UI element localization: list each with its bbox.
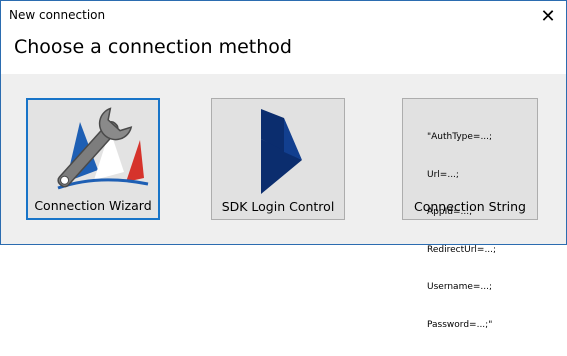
title-bar: New connection ✕: [1, 1, 566, 31]
option-label: SDK Login Control: [221, 199, 335, 214]
option-label: Connection String: [413, 199, 526, 214]
option-label: Connection Wizard: [34, 198, 152, 213]
connection-string-text: "AuthType=...; Url=...; AppId=...; Redir…: [427, 106, 496, 356]
new-connection-dialog: New connection ✕ Choose a connection met…: [0, 0, 567, 330]
page-title: Choose a connection method: [14, 36, 292, 58]
sdk-login-control-button[interactable]: SDK Login Control: [211, 98, 345, 220]
connection-string-button[interactable]: "AuthType=...; Url=...; AppId=...; Redir…: [402, 98, 538, 330]
close-button[interactable]: ✕: [530, 1, 566, 31]
wrench-flag-icon: [57, 107, 149, 190]
connection-string-line: Password=...;": [427, 319, 493, 330]
options-panel: Connection Wizard SDK Login Control "Aut…: [1, 74, 566, 330]
connection-string-line: RedirectUrl=...;: [427, 244, 497, 255]
connection-wizard-button[interactable]: Connection Wizard: [26, 98, 160, 220]
dynamics-logo-icon: [261, 109, 302, 194]
connection-string-line: "AuthType=...;: [427, 132, 493, 142]
window-title: New connection: [9, 8, 106, 22]
connection-string-line: Username=...;: [427, 282, 493, 292]
close-icon: ✕: [540, 5, 556, 27]
connection-string-line: Url=...;: [427, 169, 459, 180]
header: Choose a connection method: [1, 31, 566, 74]
